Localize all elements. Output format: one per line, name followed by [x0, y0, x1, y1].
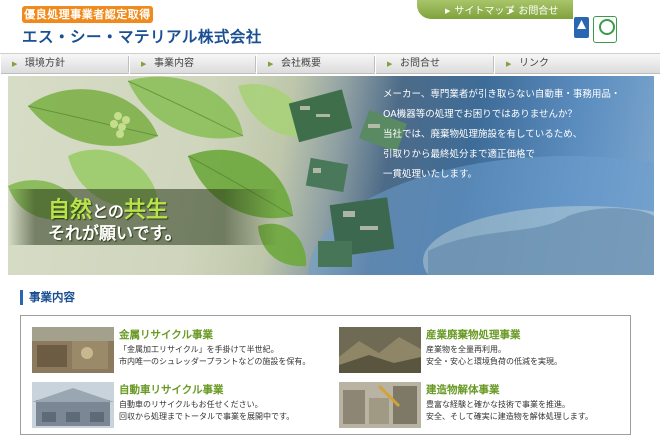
business-card-description: 自動車のリサイクルもお任せください。 回収から処理までトータルで事業を展開中です… [119, 400, 295, 421]
hero-banner: 自然との共生 それが願いです。 メーカー、専門業者が引き取らない自動車・事務用品… [8, 76, 654, 275]
hero-line: 一貫処理いたします。 [383, 169, 478, 180]
industrial-waste-thumbnail [339, 327, 421, 373]
business-section-title: 事業内容 [20, 290, 75, 305]
site-header: 優良処理事業者認定取得 エス・シー・マテリアル株式会社 ▶ サイトマップ ▶ お問合… [0, 0, 660, 52]
business-list: 金属リサイクル事業 「金属加工リサイクル」を手掛けて半世紀。 市内唯一のシュレッ… [20, 315, 631, 435]
business-card-title: 産業廃棄物処理事業 [426, 329, 521, 341]
business-card-industrial-waste[interactable]: 産業廃棄物処理事業 産業物を全量再利用。 安全・安心と環境負荷の低減を実現。 [339, 327, 629, 377]
arrow-right-icon: ▶ [141, 60, 147, 68]
auto-recycling-thumbnail [32, 382, 114, 428]
nav-item-links[interactable]: ▶ リンク [494, 54, 660, 74]
business-card-title: 自動車リサイクル事業 [119, 384, 224, 396]
business-card-auto-recycling[interactable]: 自動車リサイクル事業 自動車のリサイクルもお任せください。 回収から処理までトー… [32, 382, 322, 432]
triangle-right-icon: ▶ [509, 7, 515, 15]
hero-line: 引取りから最終処分まで適正価格で [383, 149, 536, 160]
company-logo-text[interactable]: エス・シー・マテリアル株式会社 [22, 25, 262, 47]
slogan-subheading: それが願いです。 [48, 224, 182, 244]
business-card-title: 建造物解体事業 [426, 384, 500, 396]
global-nav: ▶ 環境方針 ▶ 事業内容 ▶ 会社概要 ▶ お問合せ ▶ リンク [0, 53, 660, 74]
certification-badge: 優良処理事業者認定取得 [22, 6, 153, 23]
metal-recycling-thumbnail [32, 327, 114, 373]
business-card-description: 豊富な経験と確かな技術で事業を推進。 安全、そして確実に建造物を解体処理します。 [426, 400, 593, 421]
business-card-metal-recycling[interactable]: 金属リサイクル事業 「金属加工リサイクル」を手掛けて半世紀。 市内唯一のシュレッ… [32, 327, 322, 377]
top-utility-bar: ▶ サイトマップ ▶ お問合せ [417, 0, 573, 19]
eco-certification-icon [593, 16, 617, 43]
arrow-right-icon: ▶ [12, 60, 18, 68]
contact-top-link[interactable]: ▶ お問合せ [509, 2, 558, 17]
nav-item-contact[interactable]: ▶ お問合せ [375, 54, 493, 74]
business-card-description: 産業物を全量再利用。 安全・安心と環境負荷の低減を実現。 [426, 345, 562, 366]
hero-line: メーカー、専門業者が引き取らない自動車・事務用品・ [383, 89, 621, 100]
nav-item-company[interactable]: ▶ 会社概要 [256, 54, 374, 74]
arrow-right-icon: ▶ [387, 60, 393, 68]
business-card-description: 「金属加工リサイクル」を手掛けて半世紀。 市内唯一のシュレッダープラントなどの施… [119, 345, 311, 366]
triangle-right-icon: ▶ [445, 7, 451, 15]
business-card-demolition[interactable]: 建造物解体事業 豊富な経験と確かな技術で事業を推進。 安全、そして確実に建造物を… [339, 382, 629, 432]
certification-mark-icon [574, 17, 589, 38]
sitemap-link[interactable]: ▶ サイトマップ [445, 2, 514, 17]
nav-item-business[interactable]: ▶ 事業内容 [129, 54, 255, 74]
hero-line: OA機器等の処理でお困りではありませんか？ [383, 109, 578, 120]
demolition-thumbnail [339, 382, 421, 428]
hero-message: メーカー、専門業者が引き取らない自動車・事務用品・ OA機器等の処理でお困りでは… [383, 85, 645, 185]
business-card-title: 金属リサイクル事業 [119, 329, 213, 341]
nav-item-environment-policy[interactable]: ▶ 環境方針 [0, 54, 128, 74]
hero-line: 当社では、廃棄物処理施設を有しているため、 [383, 129, 583, 140]
arrow-right-icon: ▶ [268, 60, 274, 68]
arrow-right-icon: ▶ [506, 60, 512, 68]
